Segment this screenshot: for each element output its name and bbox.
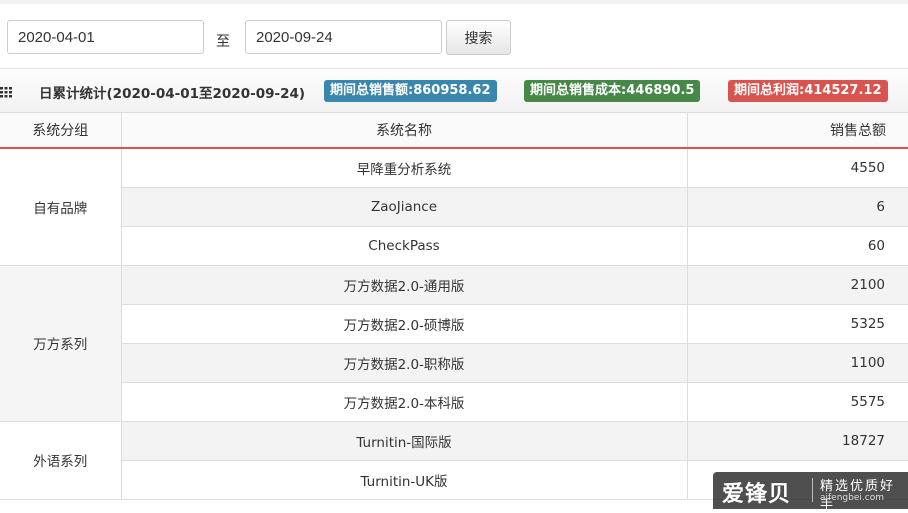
header-system-name[interactable]: 系统名称 — [121, 113, 688, 149]
header-system-group[interactable]: 系统分组 — [0, 113, 122, 149]
system-name-cell: 万方数据2.0-本科版 — [121, 382, 688, 422]
group-cell: 万方系列 — [0, 265, 122, 422]
amount-cell: 1100 — [687, 343, 908, 383]
header-sales-total[interactable]: 销售总额 — [687, 113, 908, 149]
search-button[interactable]: 搜索 — [446, 20, 511, 55]
stats-title: 日累计统计(2020-04-01至2020-09-24) — [39, 86, 306, 102]
amount-cell: 2100 — [687, 265, 908, 305]
system-name-cell: Turnitin-UK版 — [121, 460, 688, 500]
table-row: CheckPass 60 — [0, 226, 908, 266]
search-bar: 至 搜索 — [0, 4, 908, 68]
table-row: 自有品牌 早降重分析系统 4550 — [0, 148, 908, 266]
amount-cell: 5575 — [687, 382, 908, 422]
table-header-row: 系统分组 系统名称 销售总额 — [0, 113, 908, 149]
table-row: ZaoJiance 6 — [0, 187, 908, 227]
amount-cell: 60 — [687, 226, 908, 266]
end-date-input[interactable] — [245, 20, 442, 54]
start-date-input[interactable] — [7, 20, 204, 54]
stats-bar: 日累计统计(2020-04-01至2020-09-24) 期间总销售额:8609… — [0, 68, 908, 113]
amount-cell: 18727 — [687, 421, 908, 461]
sales-table: 系统分组 系统名称 销售总额 自有品牌 早降重分析系统 4550 ZaoJian… — [0, 113, 908, 500]
table-row: 万方数据2.0-职称版 1100 — [0, 343, 908, 383]
system-name-cell: CheckPass — [121, 226, 688, 266]
system-name-cell: 万方数据2.0-硕博版 — [121, 304, 688, 344]
system-name-cell: Turnitin-国际版 — [121, 421, 688, 461]
group-cell: 外语系列 — [0, 421, 122, 500]
system-name-cell: 万方数据2.0-职称版 — [121, 343, 688, 383]
group-cell: 自有品牌 — [0, 148, 122, 266]
table-row: 万方系列 万方数据2.0-通用版 2100 — [0, 265, 908, 422]
to-label: 至 — [216, 34, 230, 50]
total-cost-badge: 期间总销售成本:446890.5 — [524, 80, 701, 102]
watermark-domain: aifengbei.com — [820, 493, 884, 503]
table-row: 万方数据2.0-硕博版 5325 — [0, 304, 908, 344]
system-name-cell: ZaoJiance — [121, 187, 688, 227]
watermark-brand: 爱锋贝 — [722, 482, 792, 507]
amount-cell: 4550 — [687, 148, 908, 188]
amount-cell: 6 — [687, 187, 908, 227]
total-sales-badge: 期间总销售额:860958.62 — [324, 80, 497, 102]
grid-icon — [0, 87, 12, 98]
watermark: 爱锋贝 精选优质好手 aifengbei.com — [713, 472, 908, 513]
watermark-divider — [812, 478, 813, 502]
total-profit-badge: 期间总利润:414527.12 — [728, 80, 888, 102]
table-row: 外语系列 Turnitin-国际版 18727 — [0, 421, 908, 500]
system-name-cell: 早降重分析系统 — [121, 148, 688, 188]
amount-cell: 5325 — [687, 304, 908, 344]
table-row: 万方数据2.0-本科版 5575 — [0, 382, 908, 422]
system-name-cell: 万方数据2.0-通用版 — [121, 265, 688, 305]
